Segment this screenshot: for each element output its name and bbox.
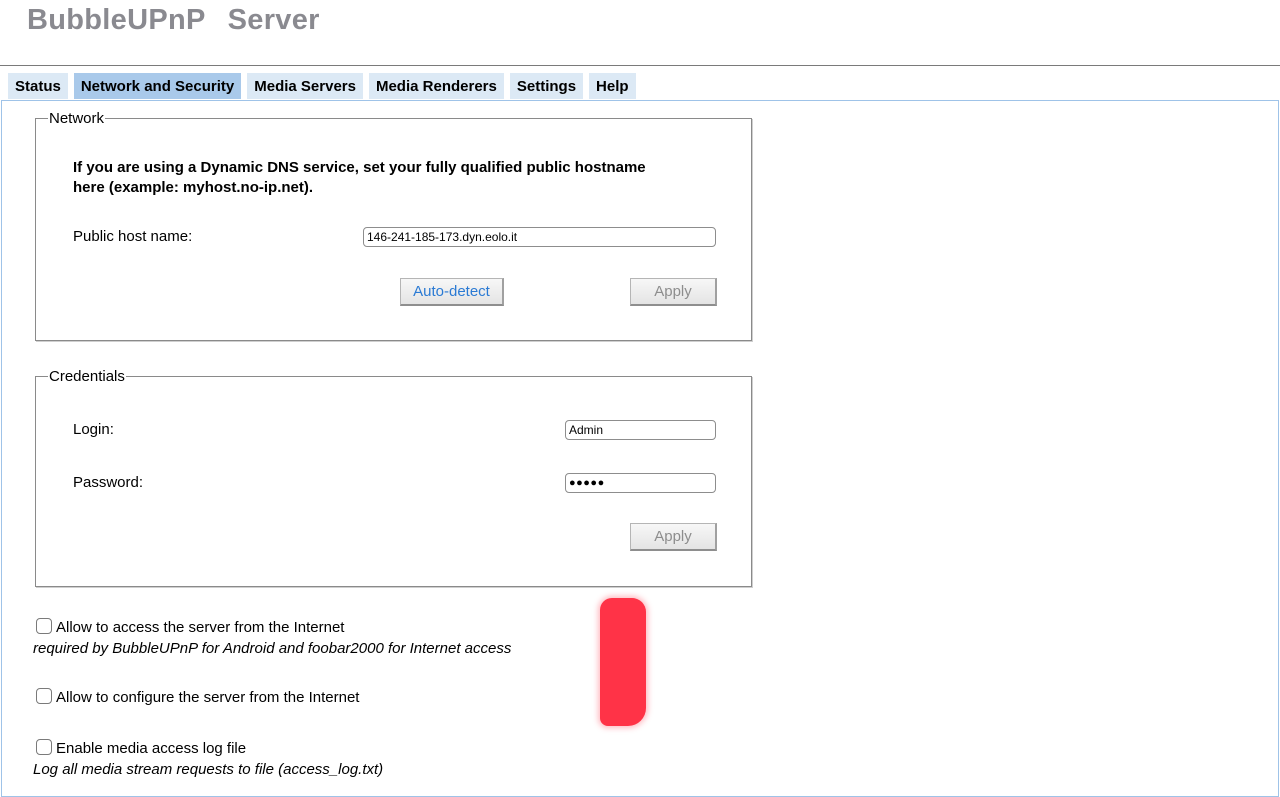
tab-network-and-security[interactable]: Network and Security (73, 73, 242, 99)
tab-bar: Status Network and Security Media Server… (8, 73, 642, 100)
internet-config-label: Allow to configure the server from the I… (56, 689, 360, 706)
tab-settings[interactable]: Settings (509, 73, 584, 99)
credentials-legend: Credentials (49, 368, 125, 385)
tab-media-renderers[interactable]: Media Renderers (368, 73, 504, 99)
network-legend: Network (49, 110, 105, 127)
access-log-label: Enable media access log file (56, 740, 247, 757)
dyndns-instruction-line2: here (example: myhost.no-ip.net). (73, 179, 314, 196)
dyndns-instruction-line1: If you are using a Dynamic DNS service, … (73, 159, 646, 176)
app-title-name: BubbleUPnP (27, 4, 206, 36)
internet-access-label: Allow to access the server from the Inte… (56, 619, 345, 636)
access-log-note: Log all media stream requests to file (a… (33, 761, 384, 778)
password-input[interactable]: ●●●●● (565, 473, 716, 493)
login-label: Login: (73, 421, 114, 438)
title-divider (0, 65, 1280, 66)
password-label: Password: (73, 474, 144, 491)
app-title-server: Server (227, 4, 320, 36)
red-redaction-mark (600, 598, 646, 726)
public-host-name-input[interactable] (363, 227, 716, 247)
network-apply-button[interactable]: Apply (630, 278, 717, 306)
tab-media-servers[interactable]: Media Servers (247, 73, 363, 99)
internet-access-note: required by BubbleUPnP for Android and f… (33, 640, 512, 657)
internet-config-checkbox[interactable] (36, 688, 52, 704)
credentials-apply-button[interactable]: Apply (630, 523, 717, 551)
tab-status[interactable]: Status (8, 73, 68, 99)
access-log-checkbox[interactable] (36, 739, 52, 755)
auto-detect-button[interactable]: Auto-detect (400, 278, 504, 306)
app-title: BubbleUPnP Server (27, 4, 320, 37)
network-section: Network (35, 110, 752, 341)
internet-access-checkbox[interactable] (36, 618, 52, 634)
login-input[interactable] (565, 420, 716, 440)
tab-help[interactable]: Help (589, 73, 636, 99)
public-host-name-label: Public host name: (73, 228, 193, 245)
